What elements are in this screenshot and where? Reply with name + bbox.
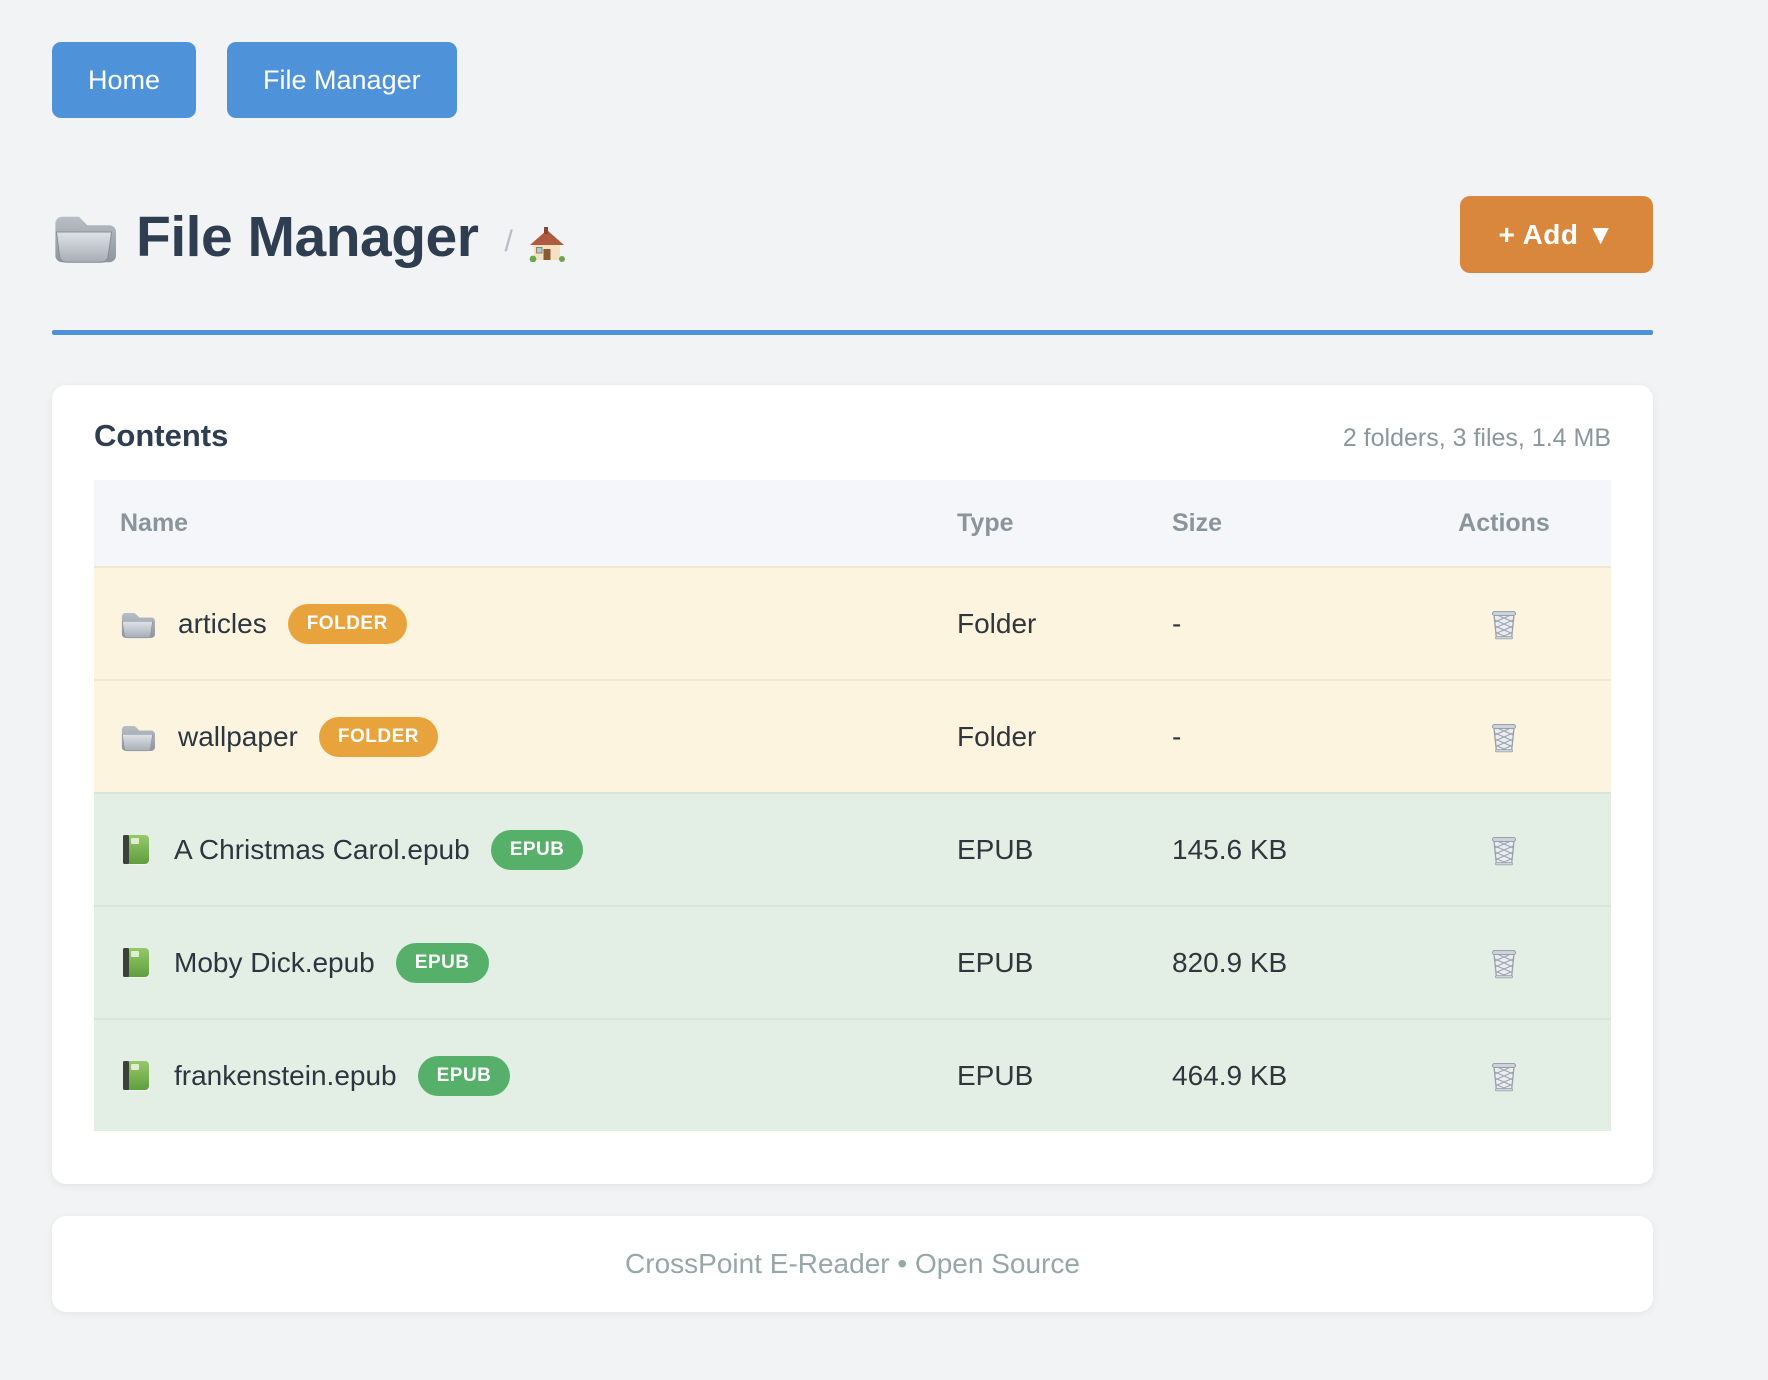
size-cell: -: [1172, 721, 1397, 753]
green-book-icon: [120, 833, 151, 867]
type-badge: EPUB: [396, 943, 489, 983]
column-header-type: Type: [957, 509, 1172, 538]
table-header: Name Type Size Actions: [94, 480, 1611, 566]
home-nav-button[interactable]: Home: [52, 42, 196, 118]
card-title: Contents: [94, 418, 228, 453]
footer: CrossPoint E-Reader • Open Source: [52, 1216, 1653, 1312]
type-cell: EPUB: [957, 834, 1172, 866]
file-manager-page: Home File Manager File Manager / + Add ▼…: [0, 0, 1768, 1312]
delete-button[interactable]: [1484, 941, 1524, 985]
type-cell: Folder: [957, 721, 1172, 753]
green-book-icon: [120, 946, 151, 980]
type-badge: FOLDER: [319, 717, 438, 757]
table-row[interactable]: Moby Dick.epub EPUB EPUB 820.9 KB: [94, 905, 1611, 1018]
file-name[interactable]: Moby Dick.epub: [174, 947, 375, 979]
accent-divider: [52, 330, 1653, 335]
folder-icon: [120, 722, 155, 752]
type-cell: EPUB: [957, 1060, 1172, 1092]
type-badge: EPUB: [418, 1056, 511, 1096]
house-icon[interactable]: [527, 226, 567, 262]
type-cell: Folder: [957, 608, 1172, 640]
contents-summary: 2 folders, 3 files, 1.4 MB: [1343, 424, 1611, 453]
table-row[interactable]: wallpaper FOLDER Folder -: [94, 679, 1611, 792]
delete-button[interactable]: [1484, 828, 1524, 872]
type-badge: FOLDER: [288, 604, 407, 644]
title-row: File Manager / + Add ▼: [52, 190, 1653, 284]
folder-icon: [120, 609, 155, 639]
delete-button[interactable]: [1484, 715, 1524, 759]
wastebasket-icon: [1488, 606, 1520, 642]
size-cell: 145.6 KB: [1172, 834, 1397, 866]
wastebasket-icon: [1488, 1058, 1520, 1094]
file-name[interactable]: wallpaper: [178, 721, 298, 753]
wastebasket-icon: [1488, 945, 1520, 981]
folder-icon: [52, 210, 116, 264]
green-book-icon: [120, 1059, 151, 1093]
breadcrumb-separator: /: [504, 225, 512, 259]
table-row[interactable]: articles FOLDER Folder -: [94, 566, 1611, 679]
page-title: File Manager: [136, 204, 478, 270]
type-badge: EPUB: [491, 830, 584, 870]
table-row[interactable]: A Christmas Carol.epub EPUB EPUB 145.6 K…: [94, 792, 1611, 905]
file-name[interactable]: frankenstein.epub: [174, 1060, 397, 1092]
size-cell: -: [1172, 608, 1397, 640]
size-cell: 820.9 KB: [1172, 947, 1397, 979]
type-cell: EPUB: [957, 947, 1172, 979]
file-name[interactable]: articles: [178, 608, 267, 640]
column-header-name: Name: [94, 509, 957, 538]
add-button[interactable]: + Add ▼: [1460, 196, 1653, 273]
column-header-size: Size: [1172, 509, 1397, 538]
delete-button[interactable]: [1484, 602, 1524, 646]
size-cell: 464.9 KB: [1172, 1060, 1397, 1092]
wastebasket-icon: [1488, 832, 1520, 868]
table-row[interactable]: frankenstein.epub EPUB EPUB 464.9 KB: [94, 1018, 1611, 1131]
top-nav: Home File Manager: [52, 42, 1653, 118]
file-name[interactable]: A Christmas Carol.epub: [174, 834, 470, 866]
file-manager-nav-button[interactable]: File Manager: [227, 42, 457, 118]
file-table: Name Type Size Actions articles FOLDER F…: [94, 480, 1611, 1131]
footer-text: CrossPoint E-Reader • Open Source: [625, 1248, 1080, 1280]
wastebasket-icon: [1488, 719, 1520, 755]
column-header-actions: Actions: [1397, 509, 1611, 538]
delete-button[interactable]: [1484, 1054, 1524, 1098]
contents-card: Contents 2 folders, 3 files, 1.4 MB Name…: [52, 385, 1653, 1184]
